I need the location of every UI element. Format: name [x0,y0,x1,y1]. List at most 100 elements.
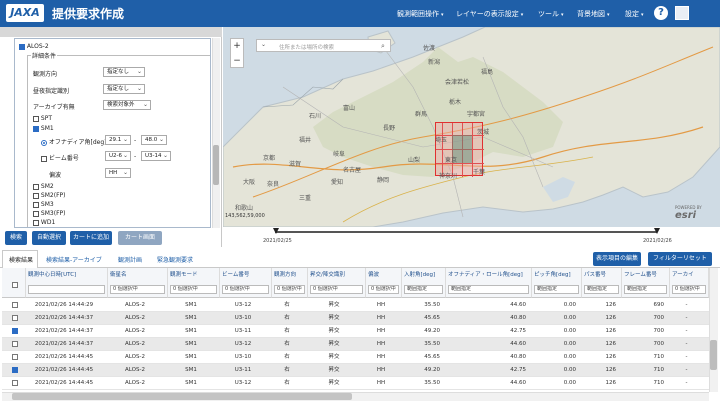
offnadir-radio[interactable] [41,139,47,146]
menu-layer-settings[interactable]: レイヤーの表示設定 ▾ [456,9,523,19]
user-icon[interactable] [675,6,689,20]
column-filter[interactable]: 0 個選択中 [368,285,399,294]
zoom-out-button[interactable]: − [231,54,243,68]
table-header[interactable]: 観測モード 0 個選択中 [168,268,220,298]
column-filter[interactable]: 0 個選択中 [110,285,165,294]
mode-spt-checkbox[interactable] [33,115,39,122]
mode-spt-row[interactable]: SPT [33,115,52,122]
table-row[interactable]: 2021/02/26 14:44:37 ALOS-2 SM1 U3-11 右 昇交 HH 49… [2,325,709,338]
column-filter[interactable]: 0 個選択中 [672,285,706,294]
table-header[interactable]: 観測中心日時[UTC] [26,268,108,298]
mode-wd1-checkbox[interactable] [33,219,39,226]
table-header[interactable]: 昇交/降交識別 0 個選択中 [308,268,366,298]
column-filter[interactable]: 0 個選択中 [310,285,363,294]
beam-from-select[interactable]: U2-6 ⌄ [105,151,131,161]
mode-sm3-checkbox[interactable] [33,201,39,208]
menu-tools[interactable]: ツール ▾ [538,9,564,19]
table-header[interactable]: フレーム番号 範囲指定 [622,268,670,298]
mode-sm1-checkbox[interactable] [33,125,39,132]
direction-select[interactable]: 指定なし ⌄ [103,67,145,77]
time-slider-start-handle[interactable] [273,228,279,234]
mode-sm3-row[interactable]: SM3 [33,201,54,208]
tab-search-results[interactable]: 検索結果 [9,255,33,264]
table-row[interactable]: 2021/02/26 14:44:37 ALOS-2 SM1 U3-12 右 昇交 HH 35… [2,338,709,351]
polarization-select[interactable]: HH ⌄ [105,168,131,178]
tab-observation-plan[interactable]: 観測計画 [118,255,142,264]
table-row[interactable]: 2021/02/26 14:44:45 ALOS-2 SM1 U3-11 右 昇交 HH 49… [2,364,709,377]
offnadir-to-select[interactable]: 48.0 ⌄ [141,135,167,145]
tab-archive-results[interactable]: 検索結果-アーカイブ [46,255,102,264]
range-filter[interactable]: 範囲指定 [448,285,529,294]
table-header[interactable]: 入射角[deg] 範囲指定 [402,268,446,298]
table-row[interactable]: 2021/02/26 14:44:45 ALOS-2 SM1 U3-10 右 昇交 HH 45… [2,351,709,364]
mode-sm2-row[interactable]: SM2 [33,183,54,190]
help-icon[interactable]: ? [654,6,668,20]
time-slider-track[interactable] [275,231,657,233]
mode-sm2fp-row[interactable]: SM2(FP) [33,192,65,199]
map-view[interactable]: 佐渡 新潟 石川 富山 長野 群馬 栃木 埼玉 茨城 千葉 東京 山梨 静岡 愛… [223,27,720,227]
zoom-in-button[interactable]: + [231,39,243,53]
table-row[interactable]: 2021/02/26 14:44:45 ALOS-2 SM1 U3-12 右 昇交 HH 35… [2,377,709,390]
table-header[interactable]: アーカイ 0 個選択中 [670,268,709,298]
table-header[interactable]: オフナディア・ロール角[deg] 範囲指定 [446,268,532,298]
archive-select[interactable]: 検索対象外 ⌄ [103,100,151,110]
edit-columns-button[interactable]: 表示項目の編集 [593,252,641,266]
map-search-input[interactable]: 住所または場所の検索 [279,43,334,51]
satellite-checkbox-row[interactable]: ALOS-2 [19,43,49,50]
table-header[interactable]: ピッチ角[deg] 範囲指定 [532,268,582,298]
row-checkbox[interactable] [12,341,18,347]
cart-screen-button[interactable]: カート画面 [118,231,162,245]
table-header[interactable]: 偏波 0 個選択中 [366,268,402,298]
row-checkbox[interactable] [12,367,18,373]
row-checkbox[interactable] [12,380,18,386]
beam-checkbox[interactable] [41,155,47,162]
beam-to-select[interactable]: U3-14 ⌄ [141,151,171,161]
table-header[interactable]: 衛星名 0 個選択中 [108,268,168,298]
menu-basemap[interactable]: 背景地図 ▾ [577,9,610,19]
date-filter-input[interactable] [28,285,105,294]
select-all-checkbox[interactable] [12,282,18,288]
mode-sm3fp-checkbox[interactable] [33,210,39,217]
row-checkbox[interactable] [12,315,18,321]
table-row[interactable]: 2021/02/26 14:44:29 ALOS-2 SM1 U3-12 右 昇交 HH 35… [2,299,709,312]
table-vertical-scrollbar-thumb[interactable] [710,340,717,370]
table-header[interactable]: ビーム番号 0 個選択中 [220,268,272,298]
filter-reset-button[interactable]: フィルターリセット [648,252,712,266]
criteria-scrollbar-thumb[interactable] [213,145,219,185]
column-filter[interactable]: 0 個選択中 [170,285,217,294]
table-vertical-scrollbar[interactable] [709,268,718,392]
beam-row[interactable]: ビーム番号 [41,153,79,162]
range-filter[interactable]: 範囲指定 [584,285,619,294]
row-checkbox[interactable] [12,302,18,308]
time-slider-end-handle[interactable] [654,228,660,234]
chevron-down-icon[interactable]: ⌄ [261,41,266,48]
table-horizontal-scrollbar-thumb[interactable] [12,393,352,400]
mode-sm1-row[interactable]: SM1 [33,125,54,132]
add-to-cart-button[interactable]: カートに追加 [70,231,112,245]
range-filter[interactable]: 範囲指定 [624,285,667,294]
search-button[interactable]: 検索 [5,231,27,245]
offnadir-from-select[interactable]: 29.1 ⌄ [105,135,131,145]
tab-emergency-request[interactable]: 緊急観測要求 [157,255,193,264]
menu-settings[interactable]: 設定 ▾ [625,9,644,19]
mode-wd1-row[interactable]: WD1 [33,219,55,226]
row-checkbox[interactable] [12,354,18,360]
search-icon[interactable]: ⌕ [381,42,385,51]
menu-observation-range[interactable]: 観測範囲操作 ▾ [397,9,444,19]
auto-select-button[interactable]: 自動選択 [32,231,66,245]
table-header[interactable]: 観測方向 0 個選択中 [272,268,308,298]
row-checkbox[interactable] [12,328,18,334]
offnadir-row[interactable]: オフナディア角[deg] [41,137,107,146]
range-filter[interactable]: 範囲指定 [534,285,579,294]
column-filter[interactable]: 0 個選択中 [222,285,269,294]
daynight-select[interactable]: 指定なし ⌄ [103,84,145,94]
table-header[interactable]: パス番号 範囲指定 [582,268,622,298]
table-row[interactable]: 2021/02/26 14:44:37 ALOS-2 SM1 U3-10 右 昇交 HH 45… [2,312,709,325]
mode-sm2-checkbox[interactable] [33,183,39,190]
mode-sm2fp-checkbox[interactable] [33,192,39,199]
column-filter[interactable]: 0 個選択中 [274,285,305,294]
mode-sm3fp-row[interactable]: SM3(FP) [33,210,65,217]
satellite-checkbox[interactable] [19,43,25,50]
criteria-scrollbar[interactable] [212,38,220,228]
range-filter[interactable]: 範囲指定 [404,285,443,294]
